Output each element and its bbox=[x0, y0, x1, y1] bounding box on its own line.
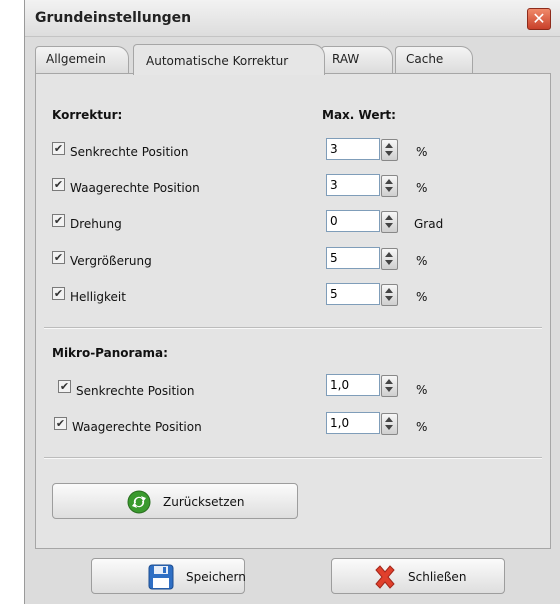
label-helligkeit: Helligkeit bbox=[70, 290, 126, 304]
close-button[interactable]: Schließen bbox=[331, 558, 505, 594]
tab-label: Cache bbox=[406, 52, 444, 66]
value-input[interactable] bbox=[326, 174, 380, 196]
checkbox-panorama-waagerechte[interactable]: ✔ bbox=[54, 417, 67, 430]
value-input[interactable] bbox=[326, 247, 380, 269]
value-input[interactable] bbox=[326, 412, 380, 434]
divider bbox=[44, 327, 542, 329]
arrow-up-icon[interactable] bbox=[385, 252, 393, 257]
label-senkrechte-position: Senkrechte Position bbox=[70, 145, 189, 159]
arrow-up-icon[interactable] bbox=[385, 143, 393, 148]
red-x-icon bbox=[375, 565, 395, 589]
stepper-vergroesserung[interactable] bbox=[326, 247, 398, 271]
arrow-up-icon[interactable] bbox=[385, 417, 393, 422]
unit-label: Grad bbox=[414, 217, 444, 231]
unit-label: % bbox=[416, 290, 428, 304]
arrow-down-icon[interactable] bbox=[385, 260, 393, 265]
spin-arrows[interactable] bbox=[381, 175, 398, 197]
stepper-helligkeit[interactable] bbox=[326, 283, 398, 307]
stepper-waagerechte-position[interactable] bbox=[326, 174, 398, 198]
unit-label: % bbox=[416, 383, 428, 397]
checkbox-drehung[interactable]: ✔ bbox=[52, 214, 65, 227]
arrow-down-icon[interactable] bbox=[385, 387, 393, 392]
value-input[interactable] bbox=[326, 138, 380, 160]
arrow-up-icon[interactable] bbox=[385, 215, 393, 220]
close-window-button[interactable]: ✕ bbox=[527, 8, 551, 30]
save-button[interactable]: Speichern bbox=[91, 558, 246, 594]
tab-panel: Korrektur: Max. Wert: ✔ Senkrechte Posit… bbox=[35, 73, 551, 549]
unit-label: % bbox=[416, 254, 428, 268]
check-icon: ✔ bbox=[59, 380, 70, 393]
stepper-panorama-waagerechte[interactable] bbox=[326, 412, 398, 436]
reset-button-label: Zurücksetzen bbox=[163, 495, 245, 509]
tab-label: RAW bbox=[332, 52, 360, 66]
check-icon: ✔ bbox=[53, 287, 64, 300]
close-button-label: Schließen bbox=[408, 570, 467, 584]
value-input[interactable] bbox=[326, 283, 380, 305]
check-icon: ✔ bbox=[53, 178, 64, 191]
stepper-senkrechte-position[interactable] bbox=[326, 138, 398, 162]
check-icon: ✔ bbox=[53, 251, 64, 264]
label-waagerechte-position: Waagerechte Position bbox=[70, 181, 200, 195]
value-input[interactable] bbox=[326, 374, 380, 396]
unit-label: % bbox=[416, 420, 428, 434]
arrow-down-icon[interactable] bbox=[385, 425, 393, 430]
checkbox-vergroesserung[interactable]: ✔ bbox=[52, 251, 65, 264]
save-button-label: Speichern bbox=[186, 570, 246, 584]
tab-raw[interactable]: RAW bbox=[321, 46, 393, 73]
panorama-heading: Mikro-Panorama: bbox=[52, 346, 168, 360]
close-icon: ✕ bbox=[532, 9, 546, 28]
title-bar: Grundeinstellungen ✕ bbox=[25, 0, 560, 37]
floppy-disk-icon bbox=[148, 564, 174, 590]
unit-label: % bbox=[416, 145, 428, 159]
stepper-panorama-senkrechte[interactable] bbox=[326, 374, 398, 398]
dialog-title: Grundeinstellungen bbox=[35, 10, 192, 26]
value-input[interactable] bbox=[326, 210, 380, 232]
label-panorama-waagerechte: Waagerechte Position bbox=[72, 420, 202, 434]
recycle-icon bbox=[127, 490, 151, 514]
check-icon: ✔ bbox=[53, 142, 64, 155]
spin-arrows[interactable] bbox=[381, 211, 398, 233]
tab-allgemein[interactable]: Allgemein bbox=[35, 46, 129, 73]
label-vergroesserung: Vergrößerung bbox=[70, 254, 152, 268]
settings-dialog: Grundeinstellungen ✕ Allgemein Automatis… bbox=[24, 0, 560, 604]
korrektur-heading: Korrektur: bbox=[52, 108, 123, 122]
arrow-up-icon[interactable] bbox=[385, 379, 393, 384]
spin-arrows[interactable] bbox=[381, 284, 398, 306]
arrow-down-icon[interactable] bbox=[385, 296, 393, 301]
arrow-down-icon[interactable] bbox=[385, 223, 393, 228]
tab-cache[interactable]: Cache bbox=[395, 46, 473, 73]
spin-arrows[interactable] bbox=[381, 248, 398, 270]
checkbox-waagerechte-position[interactable]: ✔ bbox=[52, 178, 65, 191]
max-value-heading: Max. Wert: bbox=[322, 108, 396, 122]
spin-arrows[interactable] bbox=[381, 413, 398, 435]
divider bbox=[44, 457, 542, 459]
spin-arrows[interactable] bbox=[381, 139, 398, 161]
check-icon: ✔ bbox=[55, 417, 66, 430]
checkbox-panorama-senkrechte[interactable]: ✔ bbox=[58, 380, 71, 393]
check-icon: ✔ bbox=[53, 214, 64, 227]
arrow-up-icon[interactable] bbox=[385, 179, 393, 184]
label-drehung: Drehung bbox=[70, 217, 122, 231]
arrow-down-icon[interactable] bbox=[385, 151, 393, 156]
reset-button[interactable]: Zurücksetzen bbox=[52, 483, 298, 519]
label-panorama-senkrechte: Senkrechte Position bbox=[76, 384, 195, 398]
arrow-up-icon[interactable] bbox=[385, 288, 393, 293]
unit-label: % bbox=[416, 181, 428, 195]
spin-arrows[interactable] bbox=[381, 375, 398, 397]
checkbox-senkrechte-position[interactable]: ✔ bbox=[52, 142, 65, 155]
stepper-drehung[interactable] bbox=[326, 210, 398, 234]
tab-label: Automatische Korrektur bbox=[146, 54, 289, 68]
checkbox-helligkeit[interactable]: ✔ bbox=[52, 287, 65, 300]
tab-automatische-korrektur[interactable]: Automatische Korrektur bbox=[133, 44, 325, 75]
arrow-down-icon[interactable] bbox=[385, 187, 393, 192]
tab-label: Allgemein bbox=[46, 52, 106, 66]
